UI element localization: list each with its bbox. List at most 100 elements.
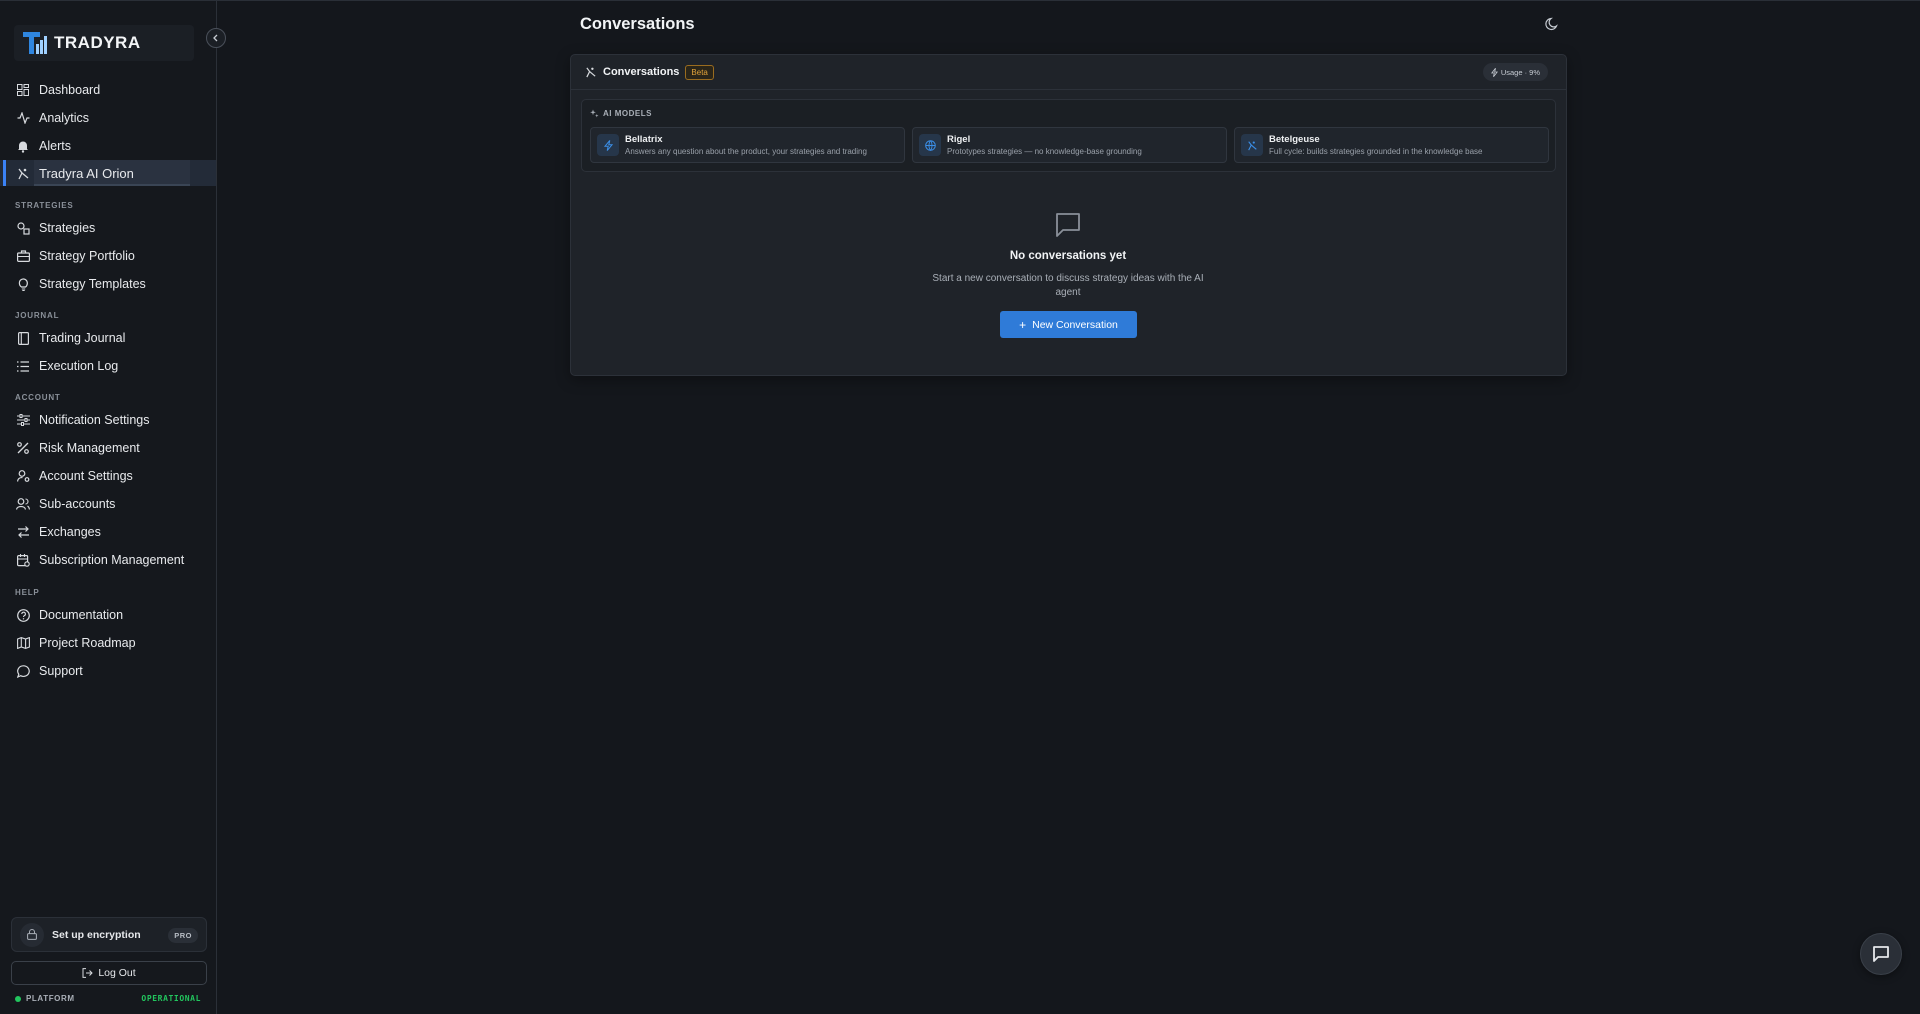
sidebar-item-strategy-templates[interactable]: Strategy Templates bbox=[0, 271, 216, 297]
ai-models-label-text: AI MODELS bbox=[603, 109, 652, 118]
card-header: Conversations Beta Usage · 9% bbox=[571, 55, 1566, 90]
sidebar-item-trading-journal[interactable]: Trading Journal bbox=[0, 325, 216, 351]
orion-icon bbox=[586, 67, 596, 78]
model-name: Bellatrix bbox=[625, 134, 663, 145]
sidebar-item-label: Risk Management bbox=[39, 441, 140, 455]
lightbulb-icon bbox=[16, 277, 30, 291]
new-conversation-button[interactable]: + New Conversation bbox=[1000, 311, 1137, 338]
model-description: Full cycle: builds strategies grounded i… bbox=[1269, 147, 1483, 156]
model-card-betelgeuse[interactable]: Betelgeuse Full cycle: builds strategies… bbox=[1234, 127, 1549, 163]
sidebar-item-subscription-management[interactable]: Subscription Management bbox=[0, 547, 216, 573]
card-title: Conversations bbox=[603, 66, 680, 78]
usage-badge[interactable]: Usage · 9% bbox=[1482, 63, 1548, 81]
sidebar-item-label: Trading Journal bbox=[39, 331, 126, 345]
plus-icon: + bbox=[1019, 317, 1027, 332]
new-conversation-label: New Conversation bbox=[1032, 318, 1118, 331]
logout-button[interactable]: Log Out bbox=[11, 961, 207, 985]
sidebar-item-project-roadmap[interactable]: Project Roadmap bbox=[0, 630, 216, 656]
theme-toggle-button[interactable] bbox=[1545, 17, 1561, 33]
sidebar-item-tradyra-ai-orion[interactable]: Tradyra AI Orion bbox=[0, 160, 216, 186]
sidebar-item-dashboard[interactable]: Dashboard bbox=[0, 77, 216, 103]
sidebar-item-label: Alerts bbox=[39, 139, 71, 153]
bell-icon bbox=[16, 139, 30, 153]
briefcase-icon bbox=[16, 249, 30, 263]
orion-icon bbox=[16, 166, 30, 180]
sidebar-item-label: Strategy Portfolio bbox=[39, 249, 135, 263]
user-cog-icon bbox=[16, 469, 30, 483]
pro-badge: PRO bbox=[168, 928, 198, 943]
orion-icon bbox=[1241, 134, 1263, 156]
sidebar-item-strategies[interactable]: Strategies bbox=[0, 215, 216, 241]
model-description: Answers any question about the product, … bbox=[625, 147, 867, 156]
sidebar-item-exchanges[interactable]: Exchanges bbox=[0, 519, 216, 545]
sidebar-item-label: Execution Log bbox=[39, 359, 119, 373]
map-icon bbox=[16, 636, 30, 650]
usage-label: Usage · 9% bbox=[1500, 67, 1540, 77]
ai-models-label: AI MODELS bbox=[590, 109, 652, 118]
model-description: Prototypes strategies — no knowledge-bas… bbox=[947, 147, 1142, 156]
sidebar-item-label: Account Settings bbox=[39, 469, 133, 483]
help-circle-icon bbox=[16, 608, 30, 622]
sidebar-item-notification-settings[interactable]: Notification Settings bbox=[0, 407, 216, 433]
section-journal: JOURNAL bbox=[15, 311, 60, 320]
dashboard-icon bbox=[16, 83, 30, 97]
ai-models-panel: AI MODELS Bellatrix Answers any question… bbox=[581, 99, 1556, 172]
model-card-bellatrix[interactable]: Bellatrix Answers any question about the… bbox=[590, 127, 905, 163]
empty-state-description: Start a new conversation to discuss stra… bbox=[932, 273, 1204, 298]
sidebar-item-label: Support bbox=[39, 664, 83, 678]
sidebar-item-documentation[interactable]: Documentation bbox=[0, 602, 216, 628]
message-square-icon bbox=[1054, 211, 1082, 239]
sparkles-icon bbox=[590, 109, 599, 118]
encryption-label: Set up encryption bbox=[52, 928, 141, 941]
users-icon bbox=[16, 497, 30, 511]
sidebar-item-label: Subscription Management bbox=[39, 553, 185, 567]
sidebar-item-support[interactable]: Support bbox=[0, 658, 216, 684]
model-name: Betelgeuse bbox=[1269, 134, 1320, 145]
active-indicator bbox=[3, 160, 6, 186]
message-circle-icon bbox=[16, 664, 30, 678]
shapes-icon bbox=[16, 221, 30, 235]
moon-icon bbox=[1545, 17, 1558, 31]
sidebar-item-alerts[interactable]: Alerts bbox=[0, 133, 216, 159]
sidebar-item-label: Documentation bbox=[39, 608, 124, 622]
sidebar-item-label: Exchanges bbox=[39, 525, 101, 539]
calendar-cog-icon bbox=[16, 553, 30, 567]
chat-bubble-icon bbox=[1873, 946, 1889, 962]
sidebar-item-analytics[interactable]: Analytics bbox=[0, 105, 216, 131]
setup-encryption-button[interactable]: Set up encryption PRO bbox=[11, 917, 207, 952]
lock-icon bbox=[20, 922, 44, 947]
status-dot-icon bbox=[15, 995, 21, 1002]
model-card-rigel[interactable]: Rigel Prototypes strategies — no knowled… bbox=[912, 127, 1227, 163]
sidebar-item-label: Analytics bbox=[39, 111, 90, 125]
sidebar-item-strategy-portfolio[interactable]: Strategy Portfolio bbox=[0, 243, 216, 269]
logo-mark-icon bbox=[22, 30, 50, 56]
sidebar-item-account-settings[interactable]: Account Settings bbox=[0, 463, 216, 489]
platform-label: PLATFORM bbox=[26, 994, 75, 1003]
sidebar-item-label: Dashboard bbox=[39, 83, 101, 97]
logout-icon bbox=[82, 968, 94, 978]
section-account: ACCOUNT bbox=[15, 393, 61, 402]
sidebar-item-label: Strategies bbox=[39, 221, 96, 235]
book-icon bbox=[16, 331, 30, 345]
percent-icon bbox=[16, 441, 30, 455]
status-value: OPERATIONAL bbox=[141, 994, 201, 1003]
chat-widget-button[interactable] bbox=[1860, 933, 1902, 975]
arrows-exchange-icon bbox=[16, 525, 30, 539]
empty-state-title: No conversations yet bbox=[1009, 250, 1127, 262]
sidebar-item-risk-management[interactable]: Risk Management bbox=[0, 435, 216, 461]
list-icon bbox=[16, 359, 30, 373]
bolt-icon bbox=[597, 134, 619, 156]
sidebar-item-sub-accounts[interactable]: Sub-accounts bbox=[0, 491, 216, 517]
page-title: Conversations bbox=[580, 15, 695, 33]
brand-logo[interactable]: TRADYRA bbox=[14, 25, 194, 61]
activity-icon bbox=[16, 111, 30, 125]
sidebar-item-label: Strategy Templates bbox=[39, 277, 146, 291]
beta-badge: Beta bbox=[685, 64, 714, 80]
collapse-sidebar-button[interactable] bbox=[206, 28, 226, 48]
sidebar-item-label: Project Roadmap bbox=[39, 636, 136, 650]
globe-icon bbox=[919, 134, 941, 156]
sidebar-item-execution-log[interactable]: Execution Log bbox=[0, 353, 216, 379]
brand-name: TRADYRA bbox=[54, 33, 141, 52]
sidebar-item-label: Tradyra AI Orion bbox=[39, 165, 134, 181]
sliders-icon bbox=[16, 413, 30, 427]
